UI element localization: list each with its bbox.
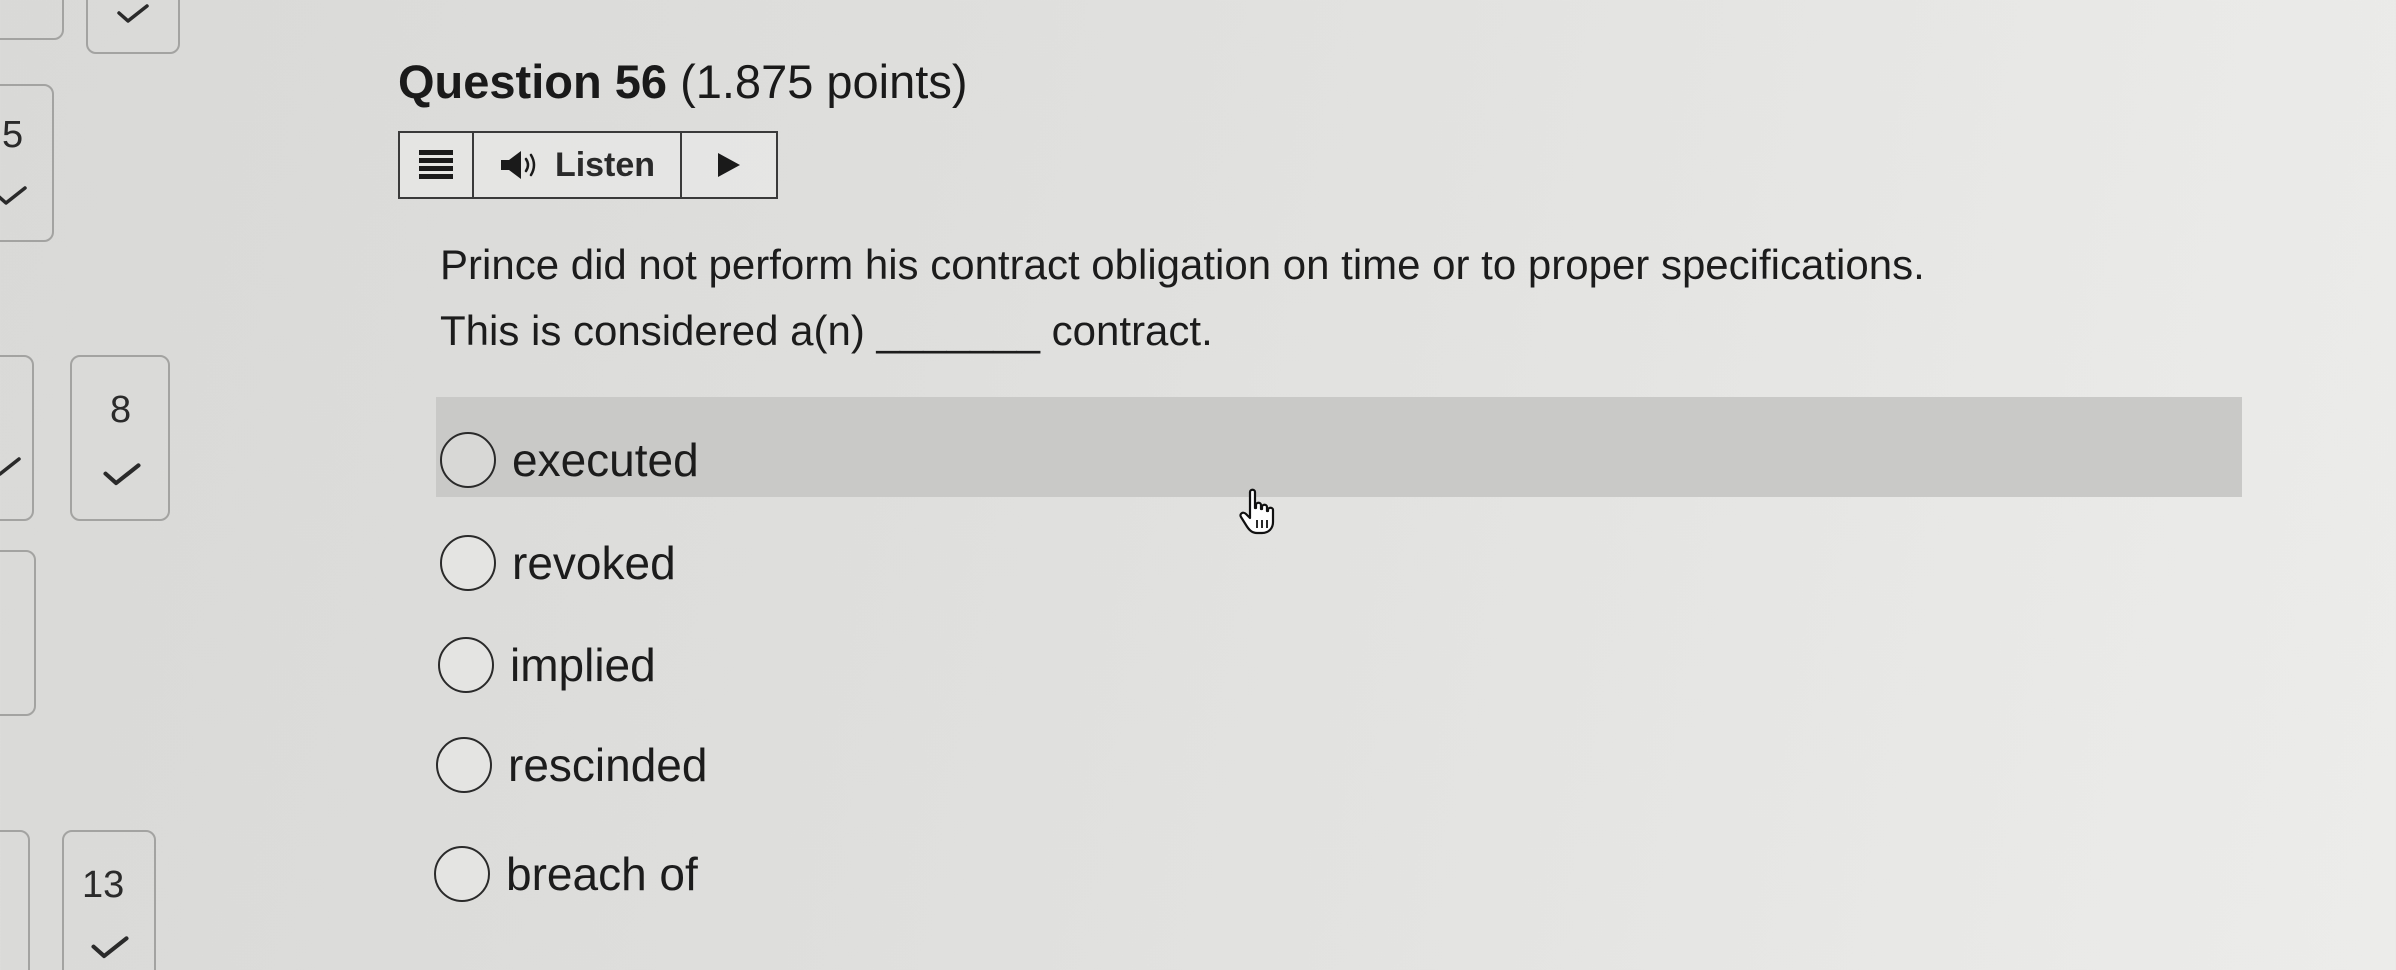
check-icon bbox=[0, 457, 21, 476]
option-label: rescinded bbox=[508, 739, 708, 791]
nav-tile-number: 8 bbox=[110, 389, 132, 431]
nav-tile-5[interactable]: 5 bbox=[0, 84, 54, 242]
hand-pointer-icon bbox=[1239, 488, 1275, 535]
menu-icon bbox=[419, 150, 453, 179]
nav-tile-10[interactable] bbox=[0, 550, 36, 716]
play-button[interactable] bbox=[682, 133, 776, 197]
listen-button[interactable]: Listen bbox=[474, 133, 682, 197]
question-prompt: Prince did not perform his contract obli… bbox=[440, 232, 2220, 364]
nav-tile-prev[interactable] bbox=[0, 0, 64, 40]
check-icon bbox=[117, 4, 149, 23]
play-icon bbox=[718, 153, 740, 177]
question-title: Question 56 (1.875 points) bbox=[398, 54, 967, 109]
nav-tile-number: 5 bbox=[2, 114, 24, 156]
radio-button[interactable] bbox=[440, 432, 496, 488]
question-prompt-line1: Prince did not perform his contract obli… bbox=[440, 241, 1925, 288]
radio-button[interactable] bbox=[440, 535, 496, 591]
check-icon bbox=[103, 463, 141, 486]
listen-menu-button[interactable] bbox=[400, 133, 474, 197]
radio-button[interactable] bbox=[438, 637, 494, 693]
nav-tile-12[interactable] bbox=[0, 830, 30, 970]
nav-tile-13[interactable]: 13 bbox=[62, 830, 156, 970]
nav-tile-7[interactable] bbox=[0, 355, 34, 521]
question-points: (1.875 points) bbox=[680, 55, 968, 108]
listen-label: Listen bbox=[554, 145, 656, 184]
option-rescinded[interactable]: rescinded bbox=[436, 737, 707, 793]
nav-tile-number: 13 bbox=[82, 864, 125, 906]
option-label: executed bbox=[512, 434, 699, 486]
radio-button[interactable] bbox=[434, 846, 490, 902]
nav-tile-top[interactable] bbox=[86, 0, 180, 54]
speaker-icon bbox=[500, 151, 536, 179]
question-number: Question 56 bbox=[398, 55, 668, 108]
check-icon bbox=[0, 186, 27, 205]
option-implied[interactable]: implied bbox=[438, 637, 656, 693]
nav-tile-8[interactable]: 8 bbox=[70, 355, 170, 521]
listen-toolbar: Listen bbox=[398, 131, 778, 199]
question-prompt-line2: This is considered a(n) _______ contract… bbox=[440, 307, 1213, 354]
option-executed[interactable]: executed bbox=[440, 432, 699, 488]
option-hover-highlight bbox=[436, 397, 2242, 497]
option-breach-of[interactable]: breach of bbox=[434, 846, 698, 902]
option-label: breach of bbox=[506, 848, 698, 900]
option-label: implied bbox=[510, 639, 656, 691]
check-icon bbox=[91, 936, 129, 959]
check-icon bbox=[0, 0, 34, 2]
option-revoked[interactable]: revoked bbox=[440, 535, 676, 591]
option-label: revoked bbox=[512, 537, 676, 589]
radio-button[interactable] bbox=[436, 737, 492, 793]
